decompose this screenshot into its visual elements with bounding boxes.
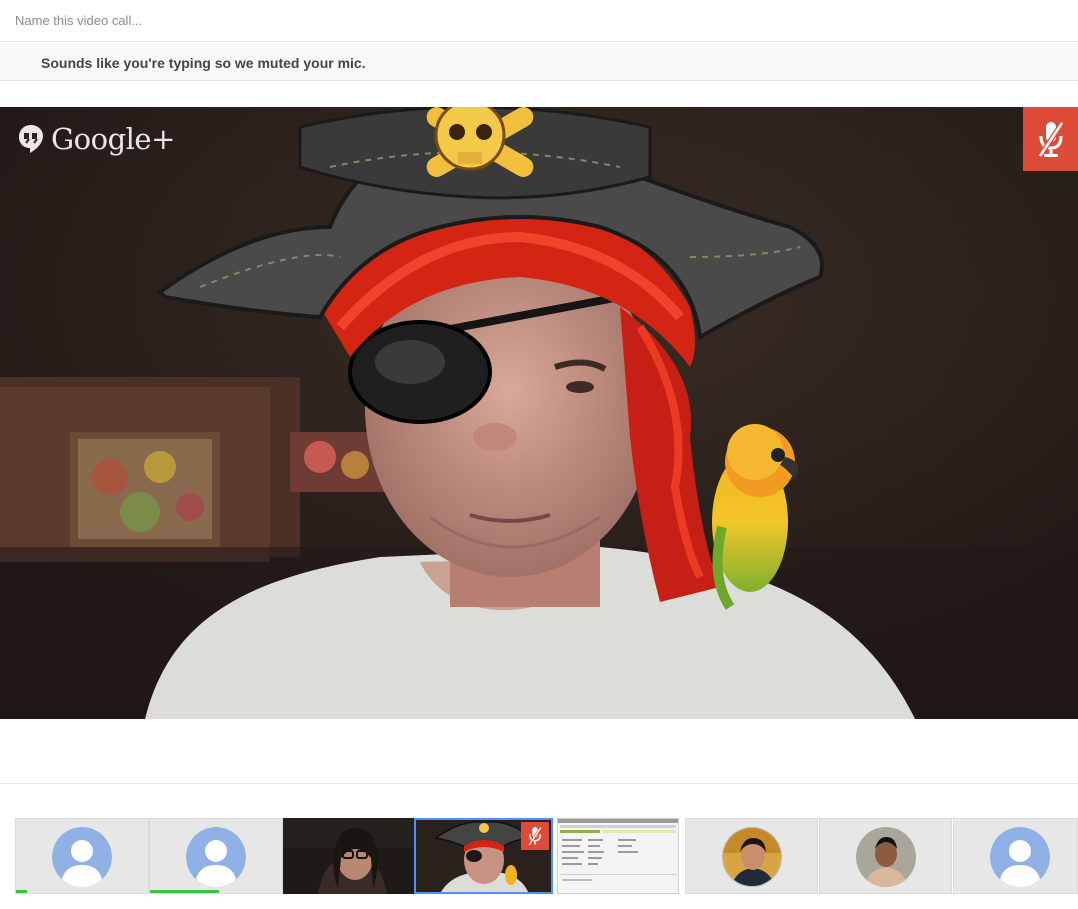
- participant-photo: [856, 827, 916, 887]
- participant-thumb-selected[interactable]: [414, 818, 553, 894]
- participant-thumb[interactable]: [15, 818, 149, 894]
- google-plus-logo: Google+: [18, 122, 175, 156]
- participant-thumb[interactable]: [685, 818, 818, 894]
- photo-avatar: [722, 827, 782, 887]
- mic-muted-notice: Sounds like you're typing so we muted yo…: [0, 43, 1078, 81]
- participant-video: [283, 818, 414, 894]
- mic-muted-notice-text: Sounds like you're typing so we muted yo…: [41, 55, 366, 71]
- main-video[interactable]: [0, 107, 1078, 719]
- speaking-indicator: [16, 890, 27, 893]
- participant-photo: [723, 828, 781, 886]
- person-silhouette-icon: [186, 827, 246, 887]
- participant-thumb[interactable]: [283, 818, 414, 894]
- participant-thumb[interactable]: [819, 818, 952, 894]
- participant-filmstrip: [15, 818, 1078, 894]
- main-video-frame: [0, 107, 1078, 719]
- photo-avatar: [856, 827, 916, 887]
- speaking-indicator: [150, 890, 219, 893]
- mic-muted-icon: [1037, 121, 1064, 158]
- participant-thumb[interactable]: [953, 818, 1078, 894]
- default-avatar: [990, 827, 1050, 887]
- person-silhouette-icon: [990, 827, 1050, 887]
- filmstrip-divider: [0, 783, 1078, 784]
- call-name-input[interactable]: [0, 0, 1078, 42]
- hangouts-quote-icon: [19, 125, 43, 153]
- brand-text: Google+: [51, 122, 175, 156]
- mic-muted-icon: [528, 826, 542, 846]
- participant-thumb[interactable]: [149, 818, 283, 894]
- participant-mic-muted-badge: [521, 822, 549, 850]
- screen-share-preview: [558, 819, 678, 893]
- participant-thumb[interactable]: [557, 818, 679, 894]
- default-avatar: [52, 827, 112, 887]
- person-silhouette-icon: [52, 827, 112, 887]
- default-avatar: [186, 827, 246, 887]
- mic-muted-button[interactable]: [1023, 107, 1078, 171]
